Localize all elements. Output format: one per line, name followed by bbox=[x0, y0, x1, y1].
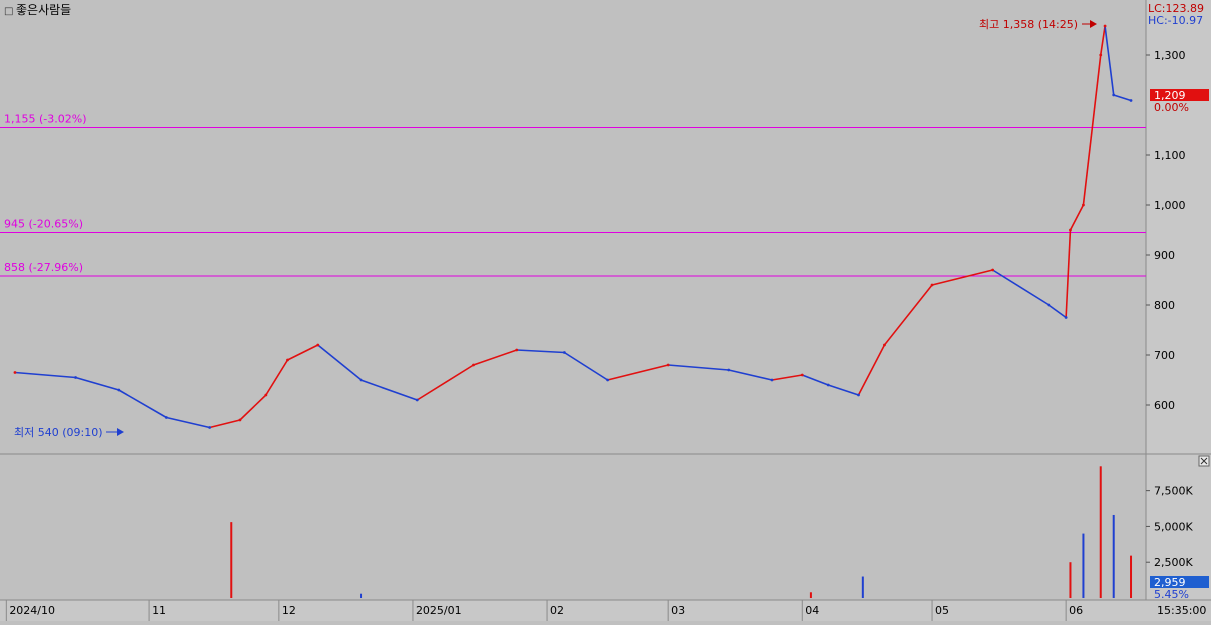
price-tick-label: 900 bbox=[1154, 249, 1175, 262]
price-point bbox=[930, 283, 934, 287]
price-point bbox=[666, 363, 670, 367]
time-tick-label: 11 bbox=[152, 604, 166, 617]
volume-bar bbox=[360, 593, 363, 598]
price-point bbox=[1112, 93, 1116, 97]
price-point bbox=[316, 343, 320, 347]
volume-bar bbox=[1112, 514, 1115, 598]
price-point bbox=[1064, 316, 1068, 319]
volume-bar bbox=[861, 576, 864, 598]
price-point bbox=[238, 418, 242, 422]
price-point bbox=[415, 398, 419, 402]
low-annotation: 최저 540 (09:10) bbox=[14, 426, 103, 439]
current-time: 15:35:00 bbox=[1157, 604, 1206, 617]
chart-canvas[interactable]: □ 좋은사람들 LC:123.89 HC:-10.97 1,155 (-3.02… bbox=[0, 0, 1211, 621]
bottom-axis-area bbox=[0, 600, 1211, 621]
price-point bbox=[883, 343, 886, 347]
time-tick-label: 04 bbox=[805, 604, 819, 617]
hc-indicator: HC:-10.97 bbox=[1148, 14, 1203, 27]
volume-tick-label: 2,500K bbox=[1154, 556, 1193, 569]
current-volume-ratio: 5.45% bbox=[1154, 588, 1189, 601]
price-point bbox=[606, 378, 610, 382]
price-point bbox=[991, 268, 994, 272]
price-point bbox=[1047, 303, 1051, 307]
volume-tick-label: 7,500K bbox=[1154, 485, 1193, 498]
high-annotation: 최고 1,358 (14:25) bbox=[979, 18, 1078, 31]
reference-line-label: 1,155 (-3.02%) bbox=[4, 113, 86, 126]
time-tick-label: 03 bbox=[671, 604, 685, 617]
price-point bbox=[727, 368, 731, 372]
time-tick-label: 06 bbox=[1069, 604, 1083, 617]
volume-axis: 2,500K 5,000K 7,500K bbox=[1146, 485, 1193, 569]
price-point bbox=[562, 351, 566, 354]
price-point bbox=[515, 348, 519, 352]
price-point bbox=[1103, 24, 1107, 28]
price-point bbox=[826, 383, 830, 387]
price-point bbox=[800, 373, 804, 377]
price-tick-label: 700 bbox=[1154, 349, 1175, 362]
price-tick-label: 1,000 bbox=[1154, 199, 1186, 212]
price-point bbox=[164, 416, 168, 419]
reference-line-label: 945 (-20.65%) bbox=[4, 218, 83, 231]
price-point bbox=[1129, 99, 1133, 102]
price-point bbox=[13, 371, 17, 374]
price-point bbox=[857, 393, 860, 397]
title-marker: □ bbox=[4, 6, 13, 17]
price-point bbox=[1082, 203, 1085, 207]
time-tick-label: 02 bbox=[550, 604, 564, 617]
price-point bbox=[1099, 53, 1103, 57]
time-tick-label: 12 bbox=[282, 604, 296, 617]
chart-title: 좋은사람들 bbox=[16, 3, 71, 17]
volume-bar bbox=[1069, 562, 1072, 598]
time-tick-label: 2025/01 bbox=[416, 604, 462, 617]
reference-line-label: 858 (-27.96%) bbox=[4, 261, 83, 274]
stock-chart[interactable]: □ 좋은사람들 LC:123.89 HC:-10.97 1,155 (-3.02… bbox=[0, 0, 1211, 621]
price-point bbox=[208, 426, 212, 429]
volume-bar bbox=[1099, 466, 1102, 598]
volume-bar bbox=[809, 592, 812, 598]
price-tick-label: 800 bbox=[1154, 299, 1175, 312]
price-point bbox=[1069, 228, 1072, 232]
current-change-label: 0.00% bbox=[1154, 101, 1189, 114]
price-point bbox=[770, 378, 774, 382]
price-point bbox=[359, 378, 363, 382]
price-point bbox=[286, 358, 289, 362]
price-point bbox=[74, 376, 77, 379]
volume-bar bbox=[1130, 555, 1133, 598]
time-tick-label: 05 bbox=[935, 604, 949, 617]
price-tick-label: 1,100 bbox=[1154, 149, 1186, 162]
price-point bbox=[472, 363, 475, 367]
volume-bar bbox=[230, 522, 233, 598]
time-tick-label: 2024/10 bbox=[9, 604, 55, 617]
price-tick-label: 1,300 bbox=[1154, 49, 1186, 62]
chart-background bbox=[0, 0, 1211, 621]
volume-bar bbox=[1082, 533, 1085, 598]
price-point bbox=[117, 388, 121, 392]
price-point bbox=[264, 393, 268, 397]
volume-tick-label: 5,000K bbox=[1154, 520, 1193, 533]
price-tick-label: 600 bbox=[1154, 399, 1175, 412]
